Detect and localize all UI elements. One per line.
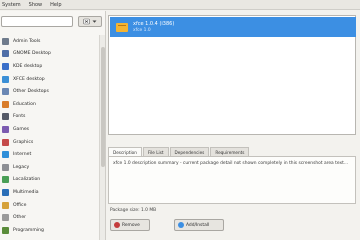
- category-item[interactable]: Games: [0, 123, 99, 136]
- menu-system[interactable]: System: [2, 2, 21, 8]
- description-text: xfce 1.0 description summary - current p…: [108, 156, 356, 204]
- details-tabs: Description File List Dependencies Requi…: [108, 147, 250, 156]
- tab-requirements[interactable]: Requirements: [210, 147, 250, 156]
- category-label: GNOME Desktop: [13, 51, 51, 57]
- menu-show[interactable]: Show: [29, 2, 43, 8]
- sidebar-scrollbar[interactable]: [99, 35, 105, 240]
- category-icon: [2, 163, 9, 171]
- remove-button[interactable]: Remove: [110, 219, 150, 231]
- category-icon: [2, 50, 9, 58]
- category-label: Graphics: [13, 139, 34, 145]
- dropdown-arrow-icon: [92, 20, 97, 23]
- category-icon: [2, 113, 9, 121]
- category-label: Other: [13, 215, 27, 221]
- category-item[interactable]: Admin Tools: [0, 35, 99, 48]
- category-item[interactable]: Office: [0, 199, 99, 212]
- category-icon: [2, 37, 9, 45]
- category-label: Education: [13, 101, 36, 107]
- scrollbar-thumb[interactable]: [101, 47, 105, 167]
- category-label: Programming: [13, 227, 44, 233]
- package-summary: xfce 1.0: [133, 27, 151, 33]
- remove-icon: [114, 222, 120, 228]
- install-icon: [178, 222, 184, 228]
- details-panel: Description File List Dependencies Requi…: [108, 140, 356, 204]
- category-label: Multimedia: [13, 189, 39, 195]
- category-label: Other Desktops: [13, 89, 49, 95]
- category-item[interactable]: Fonts: [0, 111, 99, 124]
- category-icon: [2, 125, 9, 133]
- category-label: Internet: [13, 152, 32, 158]
- tab-file-list[interactable]: File List: [142, 147, 169, 156]
- category-item[interactable]: XFCE desktop: [0, 73, 99, 86]
- category-icon: [2, 226, 9, 234]
- category-label: Games: [13, 126, 30, 132]
- package-icon: [116, 22, 128, 32]
- category-label: Office: [13, 202, 27, 208]
- download-size: Package size: 1.0 MB: [110, 208, 157, 213]
- category-icon: [2, 75, 9, 83]
- package-row-selected[interactable]: xfce 1.0.4 (i386) xfce 1.0: [110, 17, 356, 37]
- remove-label: Remove: [122, 222, 140, 228]
- category-item[interactable]: GNOME Desktop: [0, 48, 99, 61]
- install-button[interactable]: Add/Install: [174, 219, 224, 231]
- category-icon: [2, 176, 9, 184]
- category-icon: [2, 188, 9, 196]
- category-item[interactable]: Internet: [0, 148, 99, 161]
- category-item[interactable]: Graphics: [0, 136, 99, 149]
- tab-description[interactable]: Description: [108, 147, 142, 156]
- category-label: Admin Tools: [13, 38, 41, 44]
- search-row: [0, 16, 106, 28]
- category-item[interactable]: Programming: [0, 224, 99, 237]
- category-label: KDE desktop: [13, 63, 43, 69]
- package-list: xfce 1.0.4 (i386) xfce 1.0: [108, 15, 356, 135]
- category-icon: [2, 201, 9, 209]
- category-icon: [2, 62, 9, 70]
- search-input[interactable]: [1, 16, 73, 27]
- menubar: System Show Help: [0, 0, 360, 10]
- category-icon: [2, 214, 9, 222]
- category-item[interactable]: Other: [0, 211, 99, 224]
- category-item[interactable]: Legacy: [0, 161, 99, 174]
- category-label: Fonts: [13, 114, 26, 120]
- category-label: XFCE desktop: [13, 76, 45, 82]
- category-icon: [2, 138, 9, 146]
- category-icon: [2, 151, 9, 159]
- category-label: Localization: [13, 177, 41, 183]
- sidebar: Admin Tools GNOME Desktop KDE desktop XF…: [0, 11, 106, 240]
- menu-help[interactable]: Help: [50, 2, 61, 8]
- search-clear-button[interactable]: [78, 16, 102, 27]
- category-item[interactable]: Other Desktops: [0, 85, 99, 98]
- package-name: xfce 1.0.4 (i386): [133, 20, 175, 27]
- category-item[interactable]: Localization: [0, 174, 99, 187]
- category-label: Legacy: [13, 164, 30, 170]
- category-list: Admin Tools GNOME Desktop KDE desktop XF…: [0, 35, 99, 240]
- category-icon: [2, 100, 9, 108]
- category-item[interactable]: Education: [0, 98, 99, 111]
- category-item[interactable]: KDE desktop: [0, 60, 99, 73]
- tab-dependencies[interactable]: Dependencies: [169, 147, 210, 156]
- clear-icon: [83, 18, 90, 25]
- category-icon: [2, 88, 9, 96]
- install-label: Add/Install: [186, 222, 210, 228]
- category-item[interactable]: Multimedia: [0, 186, 99, 199]
